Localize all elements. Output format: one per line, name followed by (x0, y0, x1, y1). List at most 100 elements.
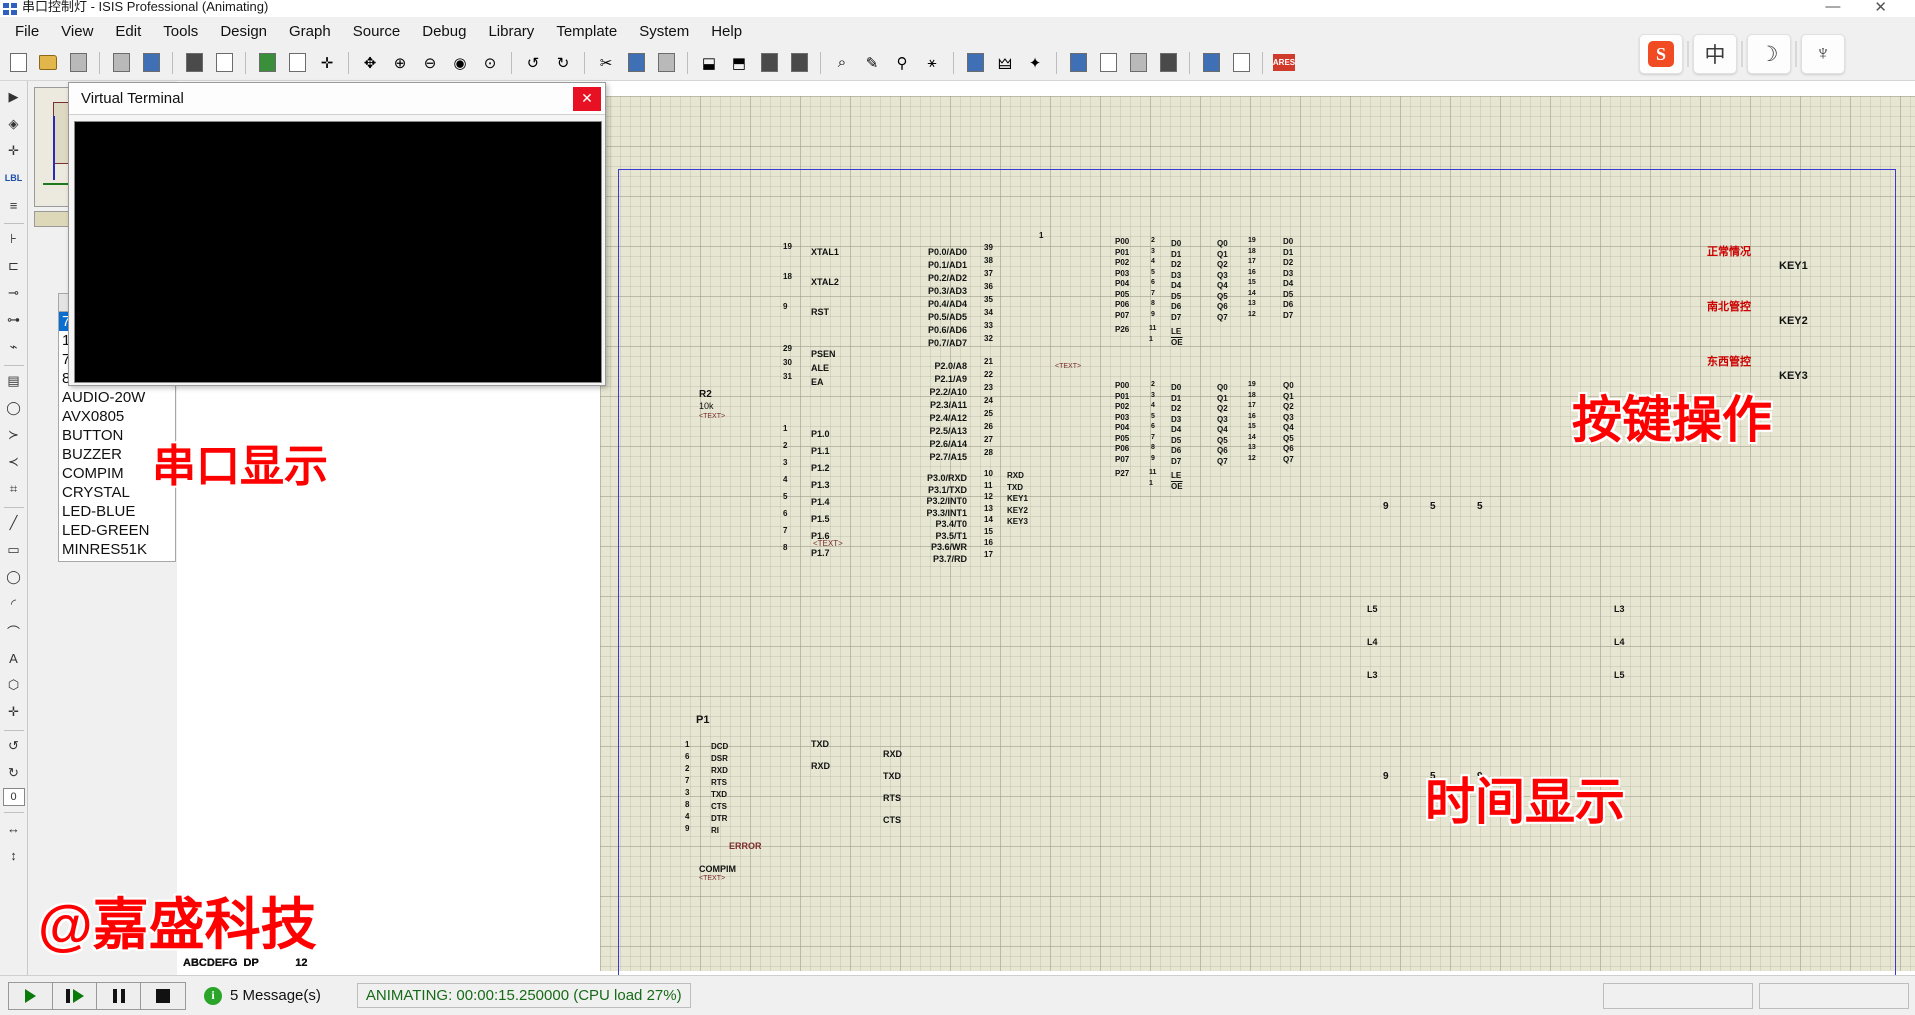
block-rotate-icon[interactable] (755, 49, 783, 77)
menu-item-library[interactable]: Library (477, 19, 545, 44)
menu-item-debug[interactable]: Debug (411, 19, 477, 44)
zoom-out-icon[interactable]: ⊖ (416, 49, 444, 77)
step-button[interactable] (53, 982, 97, 1009)
new-file-icon[interactable] (4, 49, 32, 77)
text-script-icon[interactable]: ≡ (2, 193, 26, 217)
play-button[interactable] (9, 982, 53, 1009)
redo-icon[interactable]: ↻ (549, 49, 577, 77)
zoom-all-icon[interactable]: ◉ (446, 49, 474, 77)
tape-recorder-icon[interactable]: ▤ (2, 369, 26, 393)
graph-mode-icon[interactable]: ⌁ (2, 335, 26, 359)
main-toolbar[interactable]: ✛ ✥ ⊕ ⊖ ◉ ⊙ ↺ ↻ ✂ ⬓ ⬒ ⌕ ✎ ⚲ ⚹ 🜲 ✦ ARES (0, 45, 1915, 81)
box-tool-icon[interactable]: ▭ (2, 538, 26, 562)
object-list-item[interactable]: AVX0805 (59, 407, 175, 426)
mirror-y-icon[interactable]: ↕ (2, 843, 26, 867)
virtual-terminal-window[interactable]: Virtual Terminal ✕ (68, 82, 606, 386)
block-copy-icon[interactable]: ⬓ (695, 49, 723, 77)
bill-of-materials-icon[interactable] (1197, 49, 1225, 77)
minimize-button[interactable]: — (1825, 0, 1840, 16)
mode-tool-rail[interactable]: ▶ ◈ ✛ LBL ≡ ⊦ ⊏ ⊸ ⊶ ⌁ ▤ ◯ ≻ ≺ ⌗ ╱ ▭ ◯ ◜ ⌒ A ⬡ ✛ ↺ ↻ 0 ↔ ↕ (0, 81, 28, 975)
object-list-item[interactable]: LED-GREEN (59, 521, 175, 540)
exit-sheet-icon[interactable] (1154, 49, 1182, 77)
arc-tool-icon[interactable]: ◜ (2, 592, 26, 616)
search-tag-icon[interactable]: 🜲 (991, 49, 1019, 77)
zoom-in-icon[interactable]: ⊕ (386, 49, 414, 77)
generator-icon[interactable]: ◯ (2, 396, 26, 420)
wire-label-icon[interactable]: LBL (2, 166, 26, 190)
packaging-tool-icon[interactable]: ⚲ (888, 49, 916, 77)
copy-icon[interactable] (622, 49, 650, 77)
menu-item-source[interactable]: Source (342, 19, 412, 44)
remove-sheet-icon[interactable] (1124, 49, 1152, 77)
stop-button[interactable] (141, 982, 185, 1009)
pause-button[interactable] (97, 982, 141, 1009)
ime-toolbar[interactable]: S 中 ☽ ♆ (1639, 32, 1845, 76)
component-mode-icon[interactable]: ◈ (2, 112, 26, 136)
object-list-item[interactable]: MINRES51K (59, 540, 175, 559)
import-section-icon[interactable] (107, 49, 135, 77)
menu-item-graph[interactable]: Graph (278, 19, 342, 44)
zoom-area-icon[interactable]: ⊙ (476, 49, 504, 77)
status-bar[interactable]: i 5 Message(s) ANIMATING: 00:00:15.25000… (0, 975, 1915, 1015)
rotation-value-icon[interactable]: 0 (2, 788, 25, 806)
virtual-terminal-output[interactable] (74, 121, 602, 383)
simulation-controls[interactable] (8, 981, 186, 1010)
netlist-ares-icon[interactable]: ARES (1270, 49, 1298, 77)
skin-icon[interactable]: ♆ (1801, 34, 1845, 74)
decompose-icon[interactable]: ⚹ (918, 49, 946, 77)
pan-icon[interactable]: ✥ (356, 49, 384, 77)
schematic-sheet-grid[interactable] (600, 96, 1915, 971)
paste-icon[interactable] (652, 49, 680, 77)
menu-item-help[interactable]: Help (700, 19, 753, 44)
rotate-ccw-icon[interactable]: ↻ (2, 761, 26, 785)
save-file-icon[interactable] (64, 49, 92, 77)
object-list-item[interactable]: NPN (59, 559, 175, 561)
moon-icon[interactable]: ☽ (1747, 34, 1791, 74)
selection-mode-icon[interactable]: ▶ (2, 85, 26, 109)
menu-item-design[interactable]: Design (209, 19, 278, 44)
sogou-logo-icon[interactable]: S (1639, 34, 1683, 74)
menu-item-system[interactable]: System (628, 19, 700, 44)
origin-icon[interactable]: ✛ (313, 49, 341, 77)
toggle-grid-icon[interactable] (283, 49, 311, 77)
text-tool-icon[interactable]: A (2, 646, 26, 670)
menu-bar[interactable]: File View Edit Tools Design Graph Source Debug L… (0, 17, 1915, 45)
device-pin-icon[interactable]: ⊶ (2, 308, 26, 332)
virtual-instrument-icon[interactable]: ⌗ (2, 477, 26, 501)
print-icon[interactable] (180, 49, 208, 77)
junction-dot-icon[interactable]: ✛ (2, 139, 26, 163)
marker-tool-icon[interactable]: ✛ (2, 700, 26, 724)
menu-item-file[interactable]: File (4, 19, 50, 44)
property-assign-icon[interactable]: ✦ (1021, 49, 1049, 77)
current-probe-icon[interactable]: ≺ (2, 450, 26, 474)
symbol-tool-icon[interactable]: ⬡ (2, 673, 26, 697)
object-list-item[interactable]: LED-BLUE (59, 502, 175, 521)
new-sheet-icon[interactable] (1094, 49, 1122, 77)
voltage-probe-icon[interactable]: ≻ (2, 423, 26, 447)
design-explorer-icon[interactable] (1064, 49, 1092, 77)
electrical-rules-icon[interactable] (1227, 49, 1255, 77)
path-tool-icon[interactable]: ⌒ (2, 619, 26, 643)
undo-icon[interactable]: ↺ (519, 49, 547, 77)
object-list-item[interactable]: AUDIO-20W (59, 388, 175, 407)
window-controls[interactable]: — ✕ (1825, 0, 1915, 16)
rotate-cw-icon[interactable]: ↺ (2, 734, 26, 758)
cut-icon[interactable]: ✂ (592, 49, 620, 77)
block-delete-icon[interactable] (785, 49, 813, 77)
menu-item-template[interactable]: Template (545, 19, 628, 44)
make-device-icon[interactable]: ✎ (858, 49, 886, 77)
close-button[interactable]: ✕ (1874, 0, 1887, 16)
line-tool-icon[interactable]: ╱ (2, 511, 26, 535)
block-move-icon[interactable]: ⬒ (725, 49, 753, 77)
terminal-icon[interactable]: ⊸ (2, 281, 26, 305)
message-status[interactable]: i 5 Message(s) (204, 986, 321, 1005)
menu-item-tools[interactable]: Tools (152, 19, 209, 44)
wire-autorouter-icon[interactable] (961, 49, 989, 77)
print-area-icon[interactable] (210, 49, 238, 77)
refresh-icon[interactable] (253, 49, 281, 77)
open-file-icon[interactable] (34, 49, 62, 77)
mirror-x-icon[interactable]: ↔ (2, 816, 26, 840)
bus-icon[interactable]: ⊦ (2, 227, 26, 251)
menu-item-view[interactable]: View (50, 19, 104, 44)
pick-device-icon[interactable]: ⌕ (828, 49, 856, 77)
